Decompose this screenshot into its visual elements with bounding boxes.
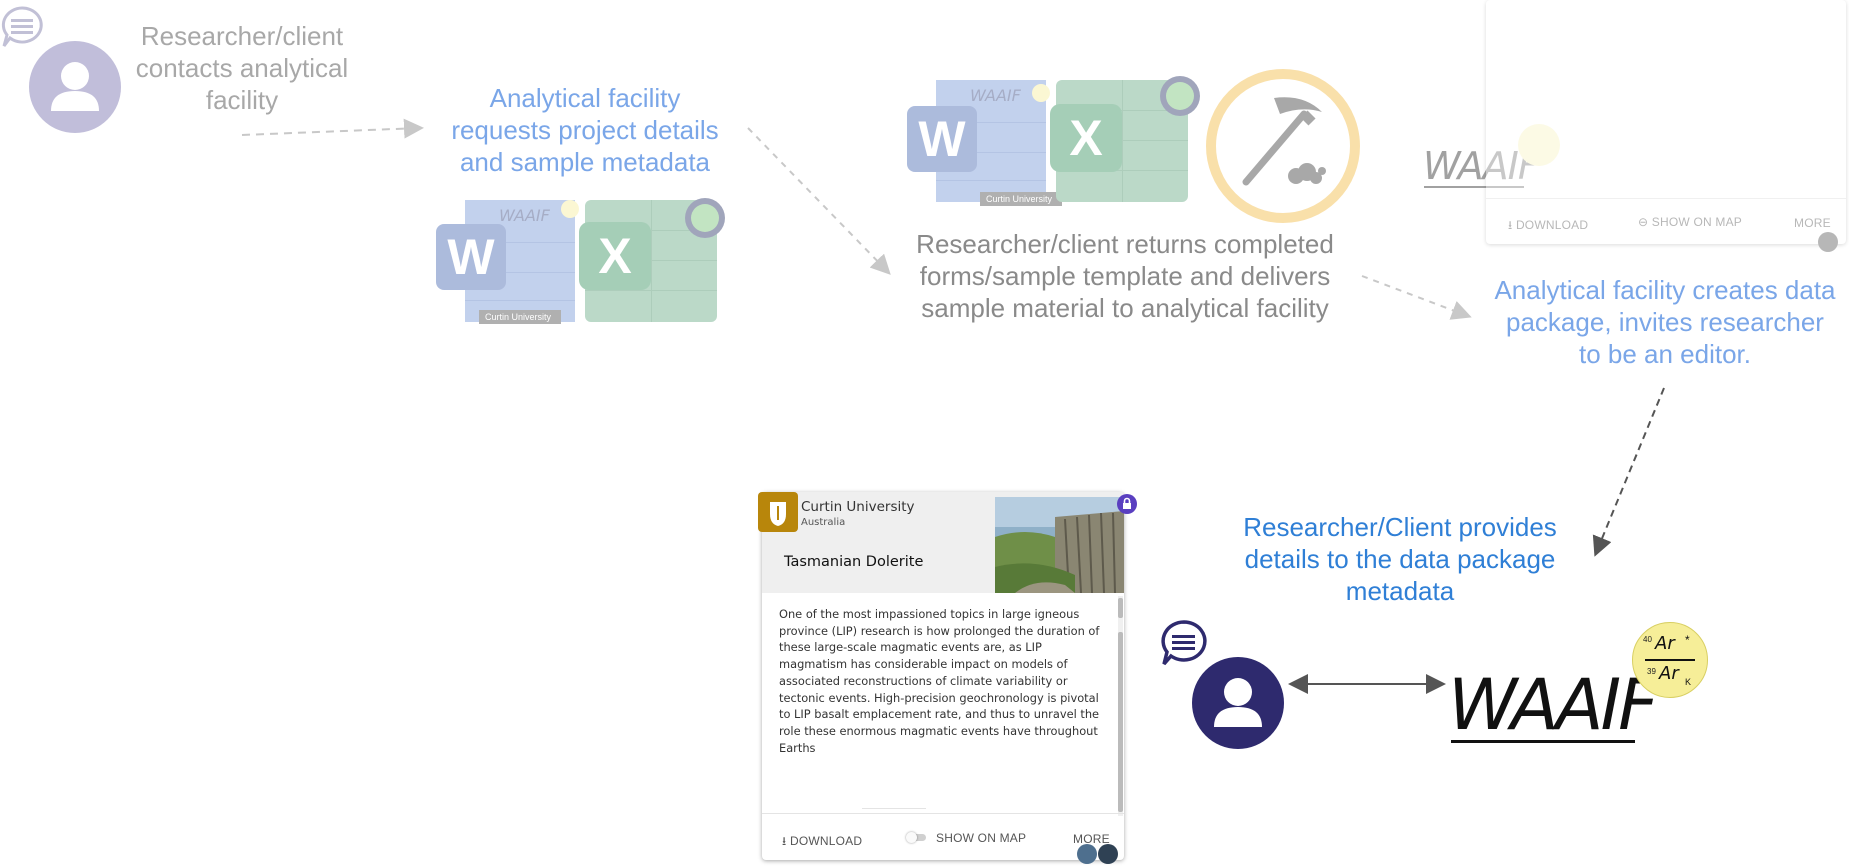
user-icon <box>29 41 121 133</box>
lock-icon <box>1117 494 1137 514</box>
excel-icon: X <box>1050 104 1122 172</box>
card-photo <box>995 497 1124 593</box>
card-title[interactable]: Tasmanian Dolerite <box>784 554 923 570</box>
arrow-step1-to-step2 <box>241 118 424 139</box>
step1-text: Researcher/client contacts analytical fa… <box>135 21 349 115</box>
step2-document-icons: WAAIF Curtin University W X <box>435 192 725 332</box>
step2-text: Analytical facility requests project det… <box>451 83 719 177</box>
more-button[interactable]: MORE <box>1794 216 1831 230</box>
arrow-step4-to-step5 <box>1592 387 1665 557</box>
step1-client-group <box>0 0 130 140</box>
step5-client-group <box>1158 618 1288 750</box>
user-icon <box>1192 657 1284 749</box>
hammer-icon <box>1206 69 1360 223</box>
arrow-step3-to-step4 <box>1361 275 1472 320</box>
waaif-logo: WAAIF 40 Ar * 39 Ar K <box>1448 620 1708 750</box>
waaif-wordmark: WAAIF <box>1448 664 1658 746</box>
argon-seal: 40 Ar * 39 Ar K <box>1632 622 1708 698</box>
step3-text: Researcher/client returns completed form… <box>916 229 1334 323</box>
download-button[interactable]: ⭳ DOWNLOAD <box>1508 216 1588 237</box>
show-on-map-toggle[interactable]: ⊖ SHOW ON MAP <box>1638 215 1742 229</box>
download-button[interactable]: ⭳ DOWNLOAD <box>782 832 862 853</box>
data-package-card[interactable]: Curtin University Australia Tasmanian Do… <box>758 492 1137 864</box>
step4-text: Analytical facility creates data package… <box>1494 275 1836 369</box>
data-package-card-faded: ⭳ DOWNLOAD ⊖ SHOW ON MAP MORE <box>1486 0 1846 252</box>
avatar <box>1098 844 1118 864</box>
download-icon: ⭳ <box>782 834 787 848</box>
excel-icon: X <box>579 222 651 290</box>
word-icon: W <box>907 106 977 172</box>
arrow-step2-to-step3 <box>747 127 891 275</box>
card-institution: Curtin University <box>801 499 915 515</box>
show-on-map-toggle[interactable]: SHOW ON MAP <box>906 831 1026 845</box>
avatar <box>1077 844 1097 864</box>
card-scrollbar[interactable] <box>1118 596 1123 816</box>
word-icon: W <box>436 224 506 290</box>
curtin-logo <box>758 492 798 532</box>
card-actions: ⭳ DOWNLOAD SHOW ON MAP MORE <box>762 813 1124 864</box>
step3-document-icons: WAAIF Curtin University W X <box>906 68 1370 224</box>
step5-text: Researcher/Client provides details to th… <box>1243 512 1557 606</box>
card-description: One of the most impassioned topics in la… <box>779 607 1100 755</box>
card-country: Australia <box>801 517 846 528</box>
